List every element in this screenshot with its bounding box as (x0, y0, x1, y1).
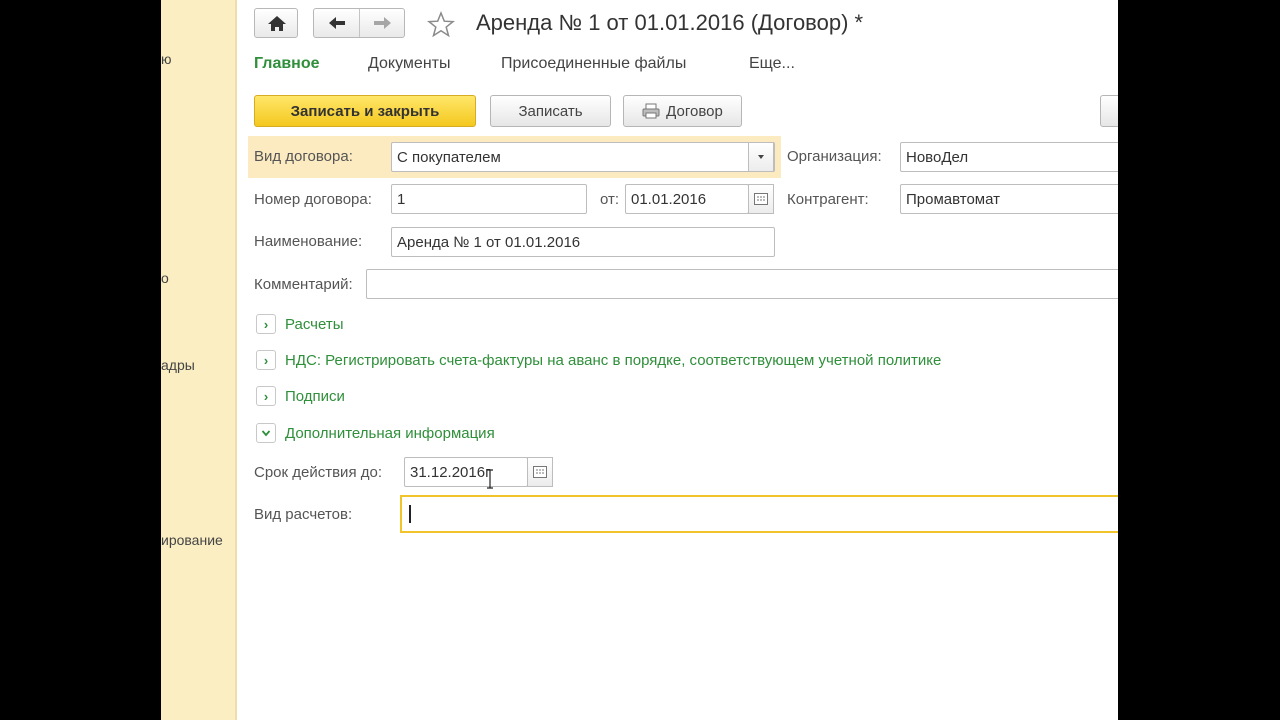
sidebar-item-2[interactable]: о (161, 270, 169, 286)
date-field[interactable]: 01.01.2016 (625, 184, 749, 214)
app-window: ю о адры ирование Аренда № 1 от 01.01.20… (161, 0, 1118, 720)
expand-settlements-button[interactable]: › (256, 314, 276, 334)
sidebar-item-3[interactable]: адры (161, 357, 195, 373)
back-button[interactable] (314, 9, 360, 37)
contract-number-field[interactable]: 1 (391, 184, 587, 214)
contract-type-dropdown-button[interactable] (748, 142, 774, 172)
print-contract-label: Договор (666, 102, 723, 120)
home-icon (268, 16, 286, 31)
contract-number-value: 1 (397, 191, 406, 208)
tab-more[interactable]: Еще... (749, 55, 795, 73)
comment-field[interactable] (366, 269, 1118, 299)
favorite-button[interactable] (426, 10, 456, 40)
section-signatures[interactable]: Подписи (285, 388, 345, 405)
date-calendar-button[interactable] (748, 184, 774, 214)
valid-until-field[interactable]: 31.12.2016г (404, 457, 528, 487)
text-cursor-icon (487, 469, 493, 489)
print-contract-button[interactable]: Договор (623, 95, 742, 127)
tab-documents[interactable]: Документы (368, 55, 450, 73)
comment-label: Комментарий: (254, 276, 353, 293)
calendar-icon (754, 193, 768, 205)
date-value: 01.01.2016 (631, 191, 707, 208)
chevron-down-icon (261, 430, 271, 437)
section-settlements[interactable]: Расчеты (285, 316, 344, 333)
calendar-icon (533, 466, 547, 478)
counterparty-label: Контрагент: (787, 191, 869, 208)
chevron-right-icon: › (263, 316, 269, 332)
arrow-right-icon (374, 17, 391, 29)
settlement-type-label: Вид расчетов: (254, 506, 353, 523)
counterparty-value: Промавтомат (906, 191, 1000, 208)
organization-label: Организация: (787, 148, 882, 165)
name-field[interactable]: Аренда № 1 от 01.01.2016 (391, 227, 775, 257)
home-button[interactable] (254, 8, 298, 38)
organization-value: НовоДел (906, 149, 969, 166)
organization-field[interactable]: НовоДел (900, 142, 1118, 172)
settlement-type-field[interactable] (400, 495, 1118, 533)
more-actions-button[interactable] (1100, 95, 1118, 127)
section-vat[interactable]: НДС: Регистрировать счета-фактуры на ава… (285, 352, 941, 369)
document-form: Аренда № 1 от 01.01.2016 (Договор) * Гла… (239, 0, 1118, 720)
navigation-buttons (313, 8, 405, 38)
valid-until-label: Срок действия до: (254, 464, 382, 481)
sidebar-item-4[interactable]: ирование (161, 532, 223, 548)
save-and-close-label: Записать и закрыть (290, 102, 440, 120)
valid-until-calendar-button[interactable] (527, 457, 553, 487)
printer-icon (642, 103, 660, 119)
sidebar-item-1[interactable]: ю (161, 51, 172, 67)
contract-number-label: Номер договора: (254, 191, 372, 208)
chevron-right-icon: › (263, 352, 269, 368)
star-icon (426, 10, 456, 38)
name-label: Наименование: (254, 233, 363, 250)
name-value: Аренда № 1 от 01.01.2016 (397, 234, 581, 251)
chevron-down-icon (758, 155, 764, 159)
arrow-left-icon (329, 17, 345, 29)
save-label: Записать (518, 102, 583, 120)
text-caret (409, 505, 411, 523)
contract-type-field[interactable]: С покупателем (391, 142, 775, 172)
section-additional-info[interactable]: Дополнительная информация (285, 425, 495, 442)
expand-vat-button[interactable]: › (256, 350, 276, 370)
tab-attached-files[interactable]: Присоединенные файлы (501, 55, 686, 73)
save-button[interactable]: Записать (490, 95, 611, 127)
valid-until-value: 31.12.2016г (410, 464, 491, 481)
expand-signatures-button[interactable]: › (256, 386, 276, 406)
chevron-right-icon: › (263, 388, 269, 404)
contract-type-label: Вид договора: (254, 148, 353, 165)
collapse-additional-info-button[interactable] (256, 423, 276, 443)
forward-button[interactable] (360, 9, 404, 37)
save-and-close-button[interactable]: Записать и закрыть (254, 95, 476, 127)
tab-main[interactable]: Главное (254, 55, 320, 73)
counterparty-field[interactable]: Промавтомат (900, 184, 1118, 214)
contract-type-value: С покупателем (397, 149, 501, 166)
document-title: Аренда № 1 от 01.01.2016 (Договор) * (476, 10, 864, 35)
date-label: от: (600, 191, 620, 208)
sections-panel: ю о адры ирование (161, 0, 237, 720)
